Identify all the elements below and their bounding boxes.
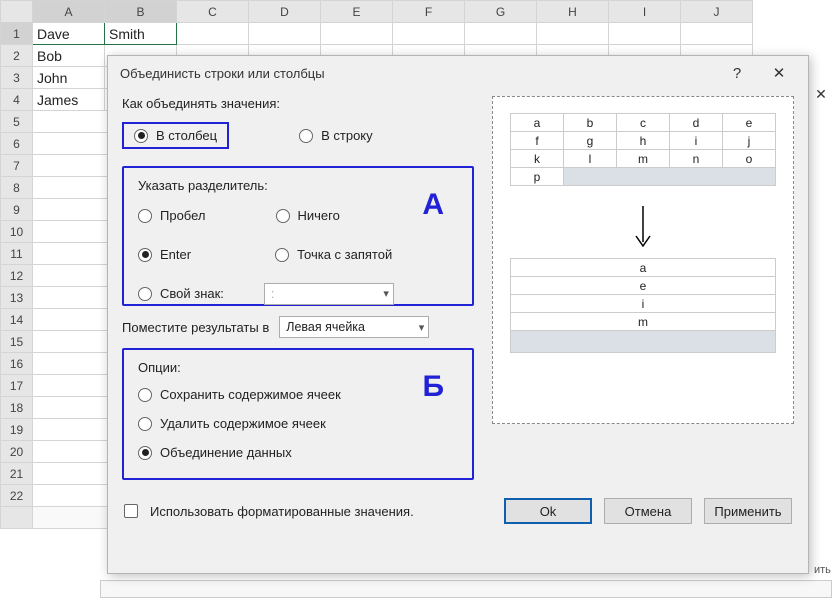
merge-dialog: Объединисть строки или столбцы ? ✕ Как о… [107,55,809,574]
formatted-values-label: Использовать форматированные значения. [150,504,414,519]
radio-custom[interactable]: Свой знак: [138,286,224,301]
chevron-down-icon: ▾ [383,287,389,300]
preview-source-grid: abcde fghij klmno p [510,113,776,186]
ok-button[interactable]: Ok [504,498,592,524]
row-header[interactable]: 1 [1,23,33,45]
cell-A1[interactable]: Dave [33,23,105,45]
options-title: Опции: [138,360,458,375]
radio-nothing[interactable]: Ничего [276,208,340,223]
radio-enter[interactable]: Enter [138,247,191,262]
col-header-F[interactable]: F [393,1,465,23]
row-header[interactable]: 2 [1,45,33,67]
col-header-B[interactable]: B [105,1,177,23]
col-header-I[interactable]: I [609,1,681,23]
radio-into-column[interactable]: В столбец [122,122,229,149]
separator-title: Указать разделитель: [138,178,458,193]
panel-fragment: ить [814,564,830,576]
titlebar[interactable]: Объединисть строки или столбцы ? ✕ [108,56,808,90]
place-label: Поместите результаты в [122,320,269,335]
radio-merge-data[interactable]: Объединение данных [138,445,458,460]
cell-A4[interactable]: James [33,89,105,111]
cell[interactable] [177,23,249,45]
checkbox-formatted-values[interactable] [124,504,138,518]
radio-icon [299,129,313,143]
col-header-G[interactable]: G [465,1,537,23]
cell-B1[interactable]: Smith [105,23,177,45]
radio-into-row[interactable]: В строку [299,122,373,149]
cancel-button[interactable]: Отмена [604,498,692,524]
col-header-A[interactable]: A [33,1,105,23]
radio-keep-content[interactable]: Сохранить содержимое ячеек [138,387,458,402]
radio-space[interactable]: Пробел [138,208,206,223]
radio-icon [134,129,148,143]
cell-A3[interactable]: John [33,67,105,89]
radio-semicolon[interactable]: Точка с запятой [275,247,392,262]
apply-button[interactable]: Применить [704,498,792,524]
sheet-tab-bar[interactable] [100,580,832,598]
chevron-down-icon: ▾ [419,321,425,334]
dialog-title: Объединисть строки или столбцы [120,66,325,81]
row-header[interactable]: 3 [1,67,33,89]
annotation-a: А [422,188,444,222]
col-header-C[interactable]: C [177,1,249,23]
annotation-b: Б [422,370,444,404]
preview-pane: abcde fghij klmno p a e i m [492,96,794,424]
custom-separator-combo[interactable]: :▾ [264,283,394,305]
col-header-H[interactable]: H [537,1,609,23]
col-header-D[interactable]: D [249,1,321,23]
col-header-E[interactable]: E [321,1,393,23]
help-button[interactable]: ? [716,59,758,87]
arrow-down-icon [501,206,785,250]
close-button[interactable]: ✕ [758,59,800,87]
radio-clear-content[interactable]: Удалить содержимое ячеек [138,416,458,431]
cell-A2[interactable]: Bob [33,45,105,67]
place-result-combo[interactable]: Левая ячейка▾ [279,316,429,338]
preview-result-grid: a e i m [510,258,776,353]
row-header[interactable]: 4 [1,89,33,111]
corner-cell[interactable] [1,1,33,23]
separator-group: Указать разделитель: Пробел Ничего Enter… [122,166,474,306]
panel-close-icon[interactable]: ✕ [809,84,833,104]
options-group: Опции: Сохранить содержимое ячеек Удалит… [122,348,474,480]
col-header-J[interactable]: J [681,1,753,23]
how-label: Как объединять значения: [122,96,484,111]
